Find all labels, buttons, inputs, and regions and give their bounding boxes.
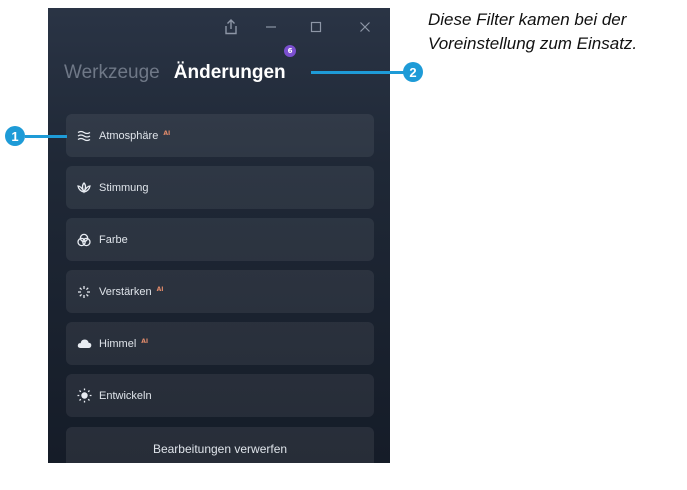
share-icon[interactable] <box>218 16 244 38</box>
item-label: Stimmung <box>99 181 149 194</box>
callout-marker-2: 2 <box>403 62 423 82</box>
caption-line-1: Diese Filter kamen bei der <box>428 10 627 29</box>
ai-badge: AI <box>141 338 149 345</box>
figure: 6 Werkzeuge Änderungen Atmosphäre AI Sti… <box>0 0 687 490</box>
caption-line-2: Voreinstellung zum Einsatz. <box>428 34 638 53</box>
changes-count-badge: 6 <box>284 45 296 57</box>
discard-edits-button[interactable]: Bearbeitungen verwerfen <box>66 427 374 463</box>
callout-marker-1: 1 <box>5 126 25 146</box>
tab-bar: Werkzeuge Änderungen <box>64 62 286 90</box>
adjustment-item-atmosphaere[interactable]: Atmosphäre AI <box>66 114 374 157</box>
item-label: Farbe <box>99 233 128 246</box>
minimize-icon[interactable] <box>258 16 284 38</box>
title-bar <box>48 8 390 44</box>
ai-badge: AI <box>163 130 171 137</box>
sun-icon <box>76 388 92 404</box>
callout-line-2 <box>311 71 407 74</box>
adjustment-item-verstaerken[interactable]: Verstärken AI <box>66 270 374 313</box>
item-label: Atmosphäre <box>99 129 159 142</box>
adjustment-item-entwickeln[interactable]: Entwickeln <box>66 374 374 417</box>
adjustment-item-himmel[interactable]: Himmel AI <box>66 322 374 365</box>
waves-icon <box>76 128 92 144</box>
ai-badge: AI <box>156 286 164 293</box>
cloud-icon <box>76 336 92 352</box>
adjustment-item-stimmung[interactable]: Stimmung <box>66 166 374 209</box>
lotus-icon <box>76 180 92 196</box>
adjustments-list: Atmosphäre AI Stimmung Farbe Verstärken <box>66 114 374 426</box>
close-icon[interactable] <box>352 16 378 38</box>
sparkle-icon <box>76 284 92 300</box>
app-panel: 6 Werkzeuge Änderungen Atmosphäre AI Sti… <box>48 8 390 463</box>
color-circles-icon <box>76 232 92 248</box>
figure-caption: Diese Filter kamen bei der Voreinstellun… <box>428 8 687 56</box>
callout-line-1 <box>25 135 67 138</box>
item-label: Himmel <box>99 337 137 350</box>
maximize-icon[interactable] <box>303 16 329 38</box>
item-label: Entwickeln <box>99 389 152 402</box>
tab-werkzeuge[interactable]: Werkzeuge <box>64 62 160 84</box>
item-label: Verstärken <box>99 285 152 298</box>
adjustment-item-farbe[interactable]: Farbe <box>66 218 374 261</box>
tab-aenderungen[interactable]: Änderungen <box>174 62 286 84</box>
